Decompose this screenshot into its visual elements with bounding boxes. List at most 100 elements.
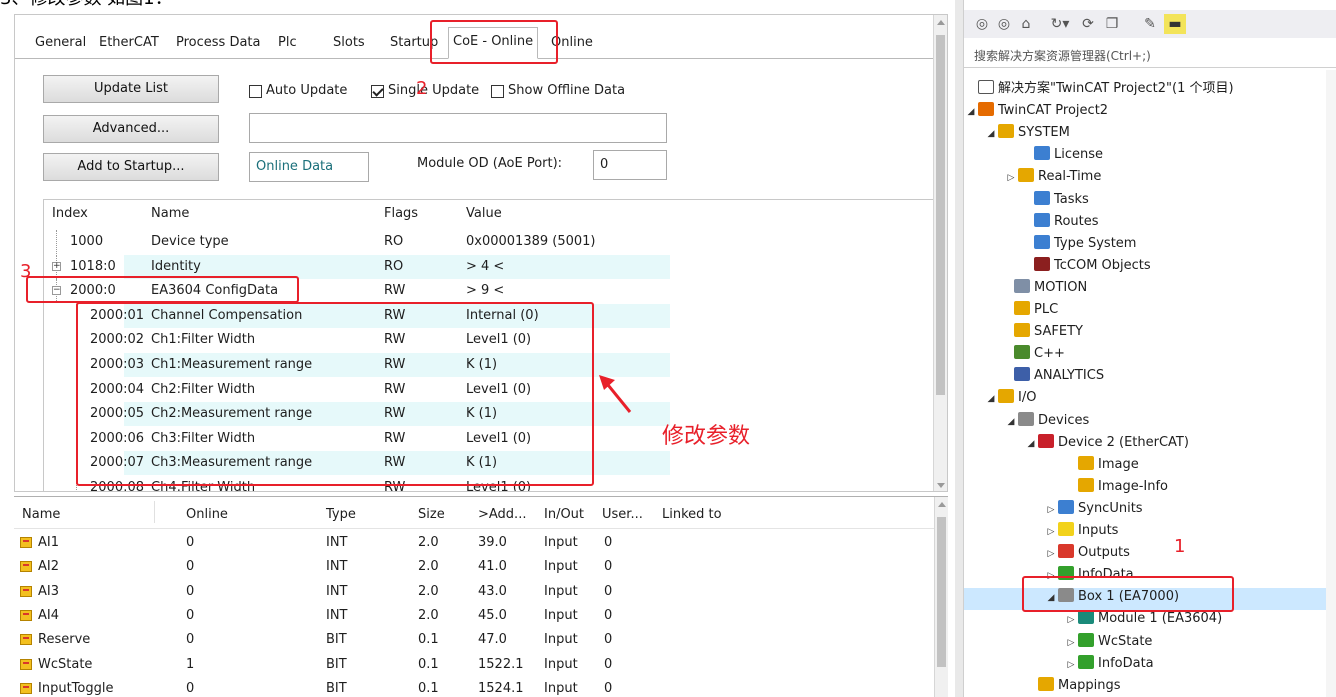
var-size: 0.1 <box>418 656 439 672</box>
expand-toggle-icon[interactable]: ▷ <box>1064 632 1078 654</box>
tree-node[interactable]: License <box>1020 144 1103 166</box>
solution-vertical-scrollbar[interactable] <box>1326 70 1336 697</box>
variable-row[interactable]: AI4 0 INT 2.0 45.0 Input 0 <box>14 604 948 628</box>
row-value[interactable]: > 4 < <box>466 259 504 274</box>
expand-toggle-icon[interactable]: ▷ <box>1044 521 1058 543</box>
tree-node[interactable]: Image-Info <box>1064 476 1168 498</box>
sync-icon[interactable]: ↻▾ <box>1048 14 1072 34</box>
expand-toggle-icon[interactable]: ◢ <box>1024 433 1038 455</box>
show-offline-checkbox[interactable]: Show Offline Data <box>491 81 625 101</box>
input-variable-icon <box>20 585 32 597</box>
expand-toggle-icon[interactable]: ▷ <box>1064 654 1078 676</box>
tab-process-data[interactable]: Process Data <box>172 32 265 56</box>
tree-node[interactable]: ▷ Outputs <box>1044 542 1130 564</box>
expand-toggle-icon[interactable]: ▷ <box>1044 499 1058 521</box>
variable-row[interactable]: WcState 1 BIT 0.1 1522.1 Input 0 <box>14 653 948 677</box>
solution-search-input[interactable]: 搜索解决方案资源管理器(Ctrl+;) <box>964 44 1336 68</box>
col-index-header[interactable]: Index <box>52 206 88 221</box>
advanced-button[interactable]: Advanced... <box>43 115 219 143</box>
tree-node[interactable]: Image <box>1064 454 1139 476</box>
scroll-up-icon[interactable] <box>937 20 945 25</box>
col-online-header[interactable]: Online <box>186 507 228 522</box>
scroll-down-icon[interactable] <box>937 483 945 488</box>
expand-toggle-icon[interactable]: ▷ <box>1064 609 1078 631</box>
add-to-startup-button[interactable]: Add to Startup... <box>43 153 219 181</box>
tree-node[interactable]: ▷ WcState <box>1064 631 1152 653</box>
tree-node[interactable]: Mappings <box>1024 675 1121 697</box>
var-type: BIT <box>326 680 347 696</box>
variable-row[interactable]: AI2 0 INT 2.0 41.0 Input 0 <box>14 555 948 579</box>
col-value-header[interactable]: Value <box>466 206 502 221</box>
tree-node[interactable]: ◢ Device 2 (EtherCAT) <box>1024 432 1189 454</box>
auto-update-checkbox[interactable]: Auto Update <box>249 81 347 101</box>
expand-toggle-icon[interactable]: ▷ <box>1044 543 1058 565</box>
scroll-thumb[interactable] <box>936 35 945 395</box>
col-size-header[interactable]: Size <box>418 507 445 522</box>
col-user-header[interactable]: User... <box>602 507 643 522</box>
back-icon[interactable]: ◎ <box>974 14 990 34</box>
tree-node[interactable]: ◢ TwinCAT Project2 <box>964 100 1108 122</box>
tab-slots[interactable]: Slots <box>329 32 369 56</box>
col-flags-header[interactable]: Flags <box>384 206 418 221</box>
pin-icon[interactable]: ▬ <box>1164 14 1186 34</box>
tree-node[interactable]: Type System <box>1020 233 1136 255</box>
advanced-input[interactable] <box>249 113 667 143</box>
expand-toggle-icon[interactable]: ◢ <box>964 101 978 123</box>
scroll-up-icon[interactable] <box>938 502 946 507</box>
tree-node[interactable]: ▷ SyncUnits <box>1044 498 1143 520</box>
coe-table-row[interactable]: +1018:0 Identity RO > 4 < <box>44 254 942 279</box>
tree-node[interactable]: ◢ I/O <box>984 387 1036 409</box>
coe-vertical-scrollbar[interactable] <box>933 15 947 491</box>
variable-row[interactable]: AI3 0 INT 2.0 43.0 Input 0 <box>14 580 948 604</box>
tab-ethercat[interactable]: EtherCAT <box>95 32 163 56</box>
tree-node[interactable]: Routes <box>1020 211 1099 233</box>
expand-toggle-icon[interactable]: ◢ <box>984 123 998 145</box>
tree-node[interactable]: 解决方案"TwinCAT Project2"(1 个项目) <box>964 78 1234 100</box>
col-name-header[interactable]: Name <box>151 206 189 221</box>
analytics-icon <box>1014 367 1030 382</box>
tree-node[interactable]: TcCOM Objects <box>1020 255 1151 277</box>
expand-toggle-icon[interactable]: ▷ <box>1004 167 1018 189</box>
module-od-input[interactable]: 0 <box>593 150 667 180</box>
tree-node[interactable]: ▷ Inputs <box>1044 520 1118 542</box>
update-list-button[interactable]: Update List <box>43 75 219 103</box>
expand-toggle-icon[interactable]: ◢ <box>984 388 998 410</box>
tab-general[interactable]: General <box>31 32 90 56</box>
tree-node[interactable]: ◢ SYSTEM <box>984 122 1070 144</box>
tree-node[interactable]: ANALYTICS <box>1000 365 1104 387</box>
refresh-icon[interactable]: ⟳ <box>1080 14 1096 34</box>
forward-icon[interactable]: ◎ <box>996 14 1012 34</box>
tree-node[interactable]: ▷ InfoData <box>1064 653 1154 675</box>
tab-plc[interactable]: Plc <box>274 32 301 56</box>
tree-node-label: Type System <box>1054 235 1137 251</box>
col-inout-header[interactable]: In/Out <box>544 507 584 522</box>
tree-node[interactable]: ▷ Real-Time <box>1004 166 1101 188</box>
tree-node[interactable]: ◢ Devices <box>1004 410 1089 432</box>
tree-node[interactable]: PLC <box>1000 299 1058 321</box>
coe-table-row[interactable]: 1000 Device type RO 0x00001389 (5001) <box>44 230 942 254</box>
variable-row[interactable]: InputToggle 0 BIT 0.1 1524.1 Input 0 <box>14 677 948 697</box>
properties-wrench-icon[interactable]: ✎ <box>1142 14 1158 34</box>
variable-row[interactable]: Reserve 0 BIT 0.1 47.0 Input 0 <box>14 628 948 652</box>
row-value[interactable]: 0x00001389 (5001) <box>466 234 596 249</box>
row-value[interactable]: > 9 < <box>466 283 504 298</box>
collapse-all-icon[interactable]: ❐ <box>1104 14 1120 34</box>
expand-toggle-icon[interactable]: ◢ <box>1004 411 1018 433</box>
variable-row[interactable]: AI1 0 INT 2.0 39.0 Input 0 <box>14 531 948 555</box>
tree-node[interactable]: MOTION <box>1000 277 1087 299</box>
input-variable-icon <box>20 682 32 694</box>
tree-node-label: TcCOM Objects <box>1054 257 1151 273</box>
tree-expander-icon[interactable]: + <box>52 261 61 271</box>
checkbox-box-icon <box>249 84 262 98</box>
home-icon[interactable]: ⌂ <box>1018 14 1034 34</box>
col-address-header[interactable]: >Add... <box>478 507 526 522</box>
tree-node[interactable]: Tasks <box>1020 189 1089 211</box>
panel-divider[interactable] <box>955 0 963 697</box>
col-linked-header[interactable]: Linked to <box>662 507 722 522</box>
col-name-header[interactable]: Name <box>22 507 60 522</box>
online-data-field[interactable]: Online Data <box>249 152 369 182</box>
tree-node[interactable]: C++ <box>1000 343 1065 365</box>
io-icon <box>998 389 1014 404</box>
col-type-header[interactable]: Type <box>326 507 356 522</box>
tree-node[interactable]: SAFETY <box>1000 321 1083 343</box>
